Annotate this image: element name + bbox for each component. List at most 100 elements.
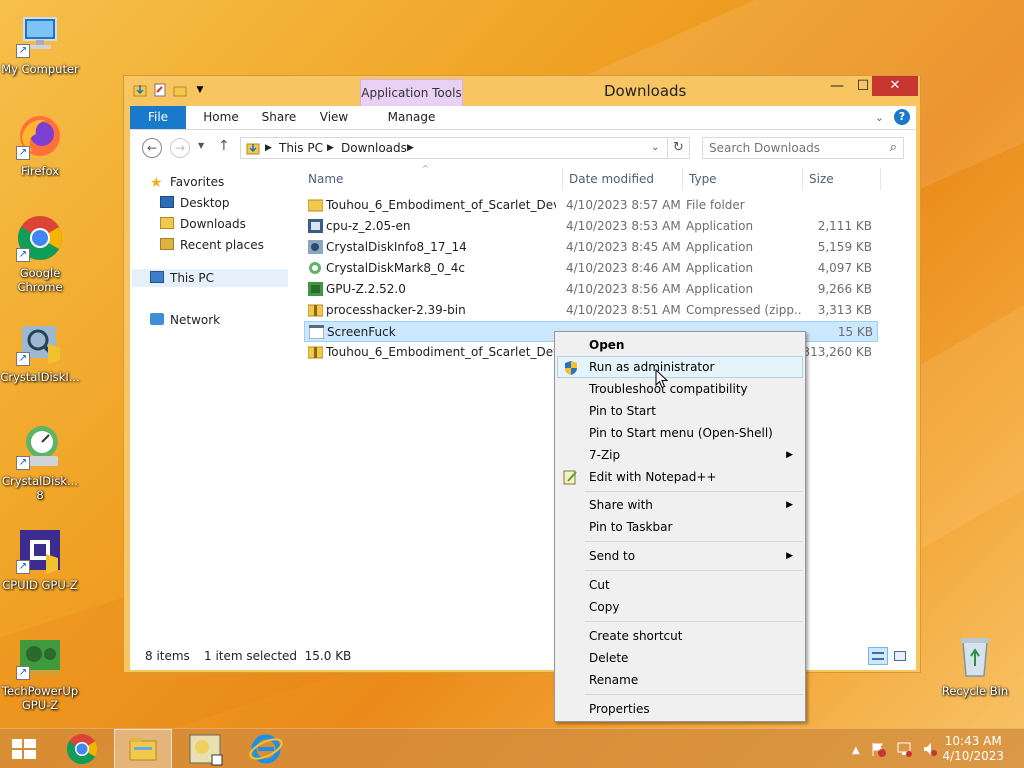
column-header-date[interactable]: Date modified xyxy=(569,172,654,186)
desktop-icon-label: CPUID GPU-Z xyxy=(2,578,78,592)
tab-view[interactable]: View xyxy=(306,106,362,129)
touhou-app-icon xyxy=(189,734,223,766)
desktop-icon-crystaldiskinfo[interactable]: ↗ CrystalDiskI... xyxy=(0,318,80,384)
nav-desktop-label: Desktop xyxy=(180,196,230,210)
nav-this-pc[interactable]: This PC xyxy=(132,269,288,287)
nav-network[interactable]: Network xyxy=(150,311,220,329)
tab-share[interactable]: Share xyxy=(250,106,308,129)
desktop-icon-techpowerup-gpuz[interactable]: ↗ TechPowerUp GPU-Z xyxy=(0,632,80,712)
large-icons-view-button[interactable] xyxy=(890,647,910,665)
desktop-icon-chrome[interactable]: ↗ Google Chrome xyxy=(0,214,80,294)
new-folder-icon[interactable] xyxy=(172,82,188,98)
menu-item-send-to[interactable]: Send to ▶ xyxy=(557,545,803,567)
tab-manage[interactable]: Manage xyxy=(361,106,462,129)
details-view-button[interactable] xyxy=(868,647,888,665)
file-row[interactable]: GPU-Z.2.52.0 4/10/2023 8:56 AM Applicati… xyxy=(304,279,878,300)
menu-item-share-with[interactable]: Share with ▶ xyxy=(557,494,803,516)
nav-favorites[interactable]: ★ Favorites xyxy=(150,173,224,191)
nav-desktop[interactable]: Desktop xyxy=(160,194,230,212)
menu-item-pin-to-taskbar[interactable]: Pin to Taskbar xyxy=(557,516,803,538)
taskbar-chrome[interactable] xyxy=(56,729,108,768)
breadcrumb-this-pc[interactable]: This PC xyxy=(279,141,323,155)
menu-item-delete[interactable]: Delete xyxy=(557,647,803,669)
notepad-icon xyxy=(562,469,578,485)
menu-item-copy[interactable]: Copy xyxy=(557,596,803,618)
menu-item-7zip[interactable]: 7-Zip ▶ xyxy=(557,444,803,466)
desktop-icon-recycle-bin[interactable]: Recycle Bin xyxy=(935,632,1015,698)
tab-home[interactable]: Home xyxy=(192,106,250,129)
start-button[interactable] xyxy=(0,729,48,768)
search-input[interactable] xyxy=(709,141,879,155)
menu-item-edit-notepadpp[interactable]: Edit with Notepad++ xyxy=(557,466,803,488)
network-status-icon[interactable] xyxy=(896,741,912,760)
nav-this-pc-label: This PC xyxy=(170,271,214,285)
desktop-icon-crystaldiskmark[interactable]: ↗ CrystalDisk... 8 xyxy=(0,422,80,502)
file-row[interactable]: cpu-z_2.05-en 4/10/2023 8:53 AM Applicat… xyxy=(304,216,878,237)
file-type: Compressed (zipp... xyxy=(686,303,802,317)
selection-info: 1 item selected 15.0 KB xyxy=(204,649,352,663)
title-bar[interactable]: ▼ Application Tools Downloads — ☐ ✕ xyxy=(124,76,920,129)
address-history-chevron-icon[interactable]: ⌄ xyxy=(651,142,659,153)
menu-item-pin-to-start-menu[interactable]: Pin to Start menu (Open-Shell) xyxy=(557,422,803,444)
desktop-icon-firefox[interactable]: ↗ Firefox xyxy=(0,112,80,178)
taskbar-clock[interactable]: 10:43 AM 4/10/2023 xyxy=(942,734,1004,764)
menu-separator xyxy=(585,621,803,622)
volume-muted-icon[interactable] xyxy=(922,741,938,760)
desktop-icon-label: TechPowerUp GPU-Z xyxy=(1,684,79,712)
column-header-type[interactable]: Type xyxy=(689,172,717,186)
menu-item-pin-to-start[interactable]: Pin to Start xyxy=(557,400,803,422)
forward-button[interactable]: → xyxy=(170,138,190,158)
desktop-icon-my-computer[interactable]: ↗ My Computer xyxy=(0,10,80,76)
menu-item-troubleshoot[interactable]: Troubleshoot compatibility xyxy=(557,378,803,400)
close-button[interactable]: ✕ xyxy=(872,76,918,96)
column-header-name[interactable]: Name xyxy=(308,172,343,186)
breadcrumb-separator-icon: ▶ xyxy=(407,143,414,153)
menu-item-rename[interactable]: Rename xyxy=(557,669,803,691)
file-row[interactable]: CrystalDiskInfo8_17_14 4/10/2023 8:45 AM… xyxy=(304,237,878,258)
help-icon[interactable]: ? xyxy=(894,109,910,125)
minimize-button[interactable]: — xyxy=(824,76,850,96)
nav-recent-places[interactable]: Recent places xyxy=(160,236,264,254)
folder-down-icon[interactable] xyxy=(132,82,148,98)
desktop-icon-cpuid-gpuz[interactable]: ↗ CPUID GPU-Z xyxy=(0,526,80,592)
nav-downloads[interactable]: Downloads xyxy=(160,215,246,233)
menu-item-create-shortcut[interactable]: Create shortcut xyxy=(557,625,803,647)
windows-logo-icon xyxy=(12,739,36,759)
menu-item-cut[interactable]: Cut xyxy=(557,574,803,596)
taskbar-touhou[interactable] xyxy=(178,729,232,768)
action-center-flag-icon[interactable] xyxy=(870,741,886,760)
breadcrumb-downloads[interactable]: Downloads xyxy=(341,141,407,155)
properties-icon[interactable] xyxy=(152,82,168,98)
column-header-size[interactable]: Size xyxy=(809,172,834,186)
refresh-icon[interactable]: ↻ xyxy=(667,138,689,158)
show-hidden-icons-icon[interactable]: ▲ xyxy=(852,745,860,756)
chevron-down-icon[interactable]: ▼ xyxy=(192,82,208,98)
address-bar[interactable]: ▶ This PC ▶ Downloads ▶ ⌄ ↻ xyxy=(240,137,690,159)
up-arrow-icon[interactable]: ↑ xyxy=(218,138,230,154)
file-date: 4/10/2023 8:53 AM xyxy=(566,219,681,233)
file-type: Application xyxy=(686,282,754,296)
menu-item-open[interactable]: Open xyxy=(557,334,803,356)
star-icon: ★ xyxy=(150,175,163,191)
file-row[interactable]: Touhou_6_Embodiment_of_Scarlet_Devil... … xyxy=(304,195,878,216)
back-button[interactable]: ← xyxy=(142,138,162,158)
network-icon xyxy=(150,313,164,325)
menu-item-run-as-administrator[interactable]: Run as administrator xyxy=(557,356,803,378)
taskbar: ▲ 10:43 AM 4/10/2023 xyxy=(0,728,1024,768)
expand-ribbon-icon[interactable]: ⌄ xyxy=(875,111,884,124)
submenu-arrow-icon: ▶ xyxy=(786,551,793,561)
downloads-location-icon xyxy=(245,140,261,159)
taskbar-internet-explorer[interactable] xyxy=(238,729,294,768)
file-row[interactable]: processhacker-2.39-bin 4/10/2023 8:51 AM… xyxy=(304,300,878,321)
menu-item-properties[interactable]: Properties xyxy=(557,698,803,720)
tab-file[interactable]: File xyxy=(130,106,186,129)
desktop-icon-label: CrystalDiskI... xyxy=(0,370,80,384)
search-box[interactable]: ⌕ xyxy=(702,137,904,159)
file-row[interactable]: CrystalDiskMark8_0_4c 4/10/2023 8:46 AM … xyxy=(304,258,878,279)
crystaldiskinfo-icon: ↗ xyxy=(16,318,64,366)
taskbar-file-explorer[interactable] xyxy=(114,729,172,768)
recent-locations-chevron-icon[interactable]: ▼ xyxy=(198,141,204,150)
file-type: Application xyxy=(686,261,754,275)
file-name: CrystalDiskMark8_0_4c xyxy=(326,261,465,275)
file-name: CrystalDiskInfo8_17_14 xyxy=(326,240,467,254)
